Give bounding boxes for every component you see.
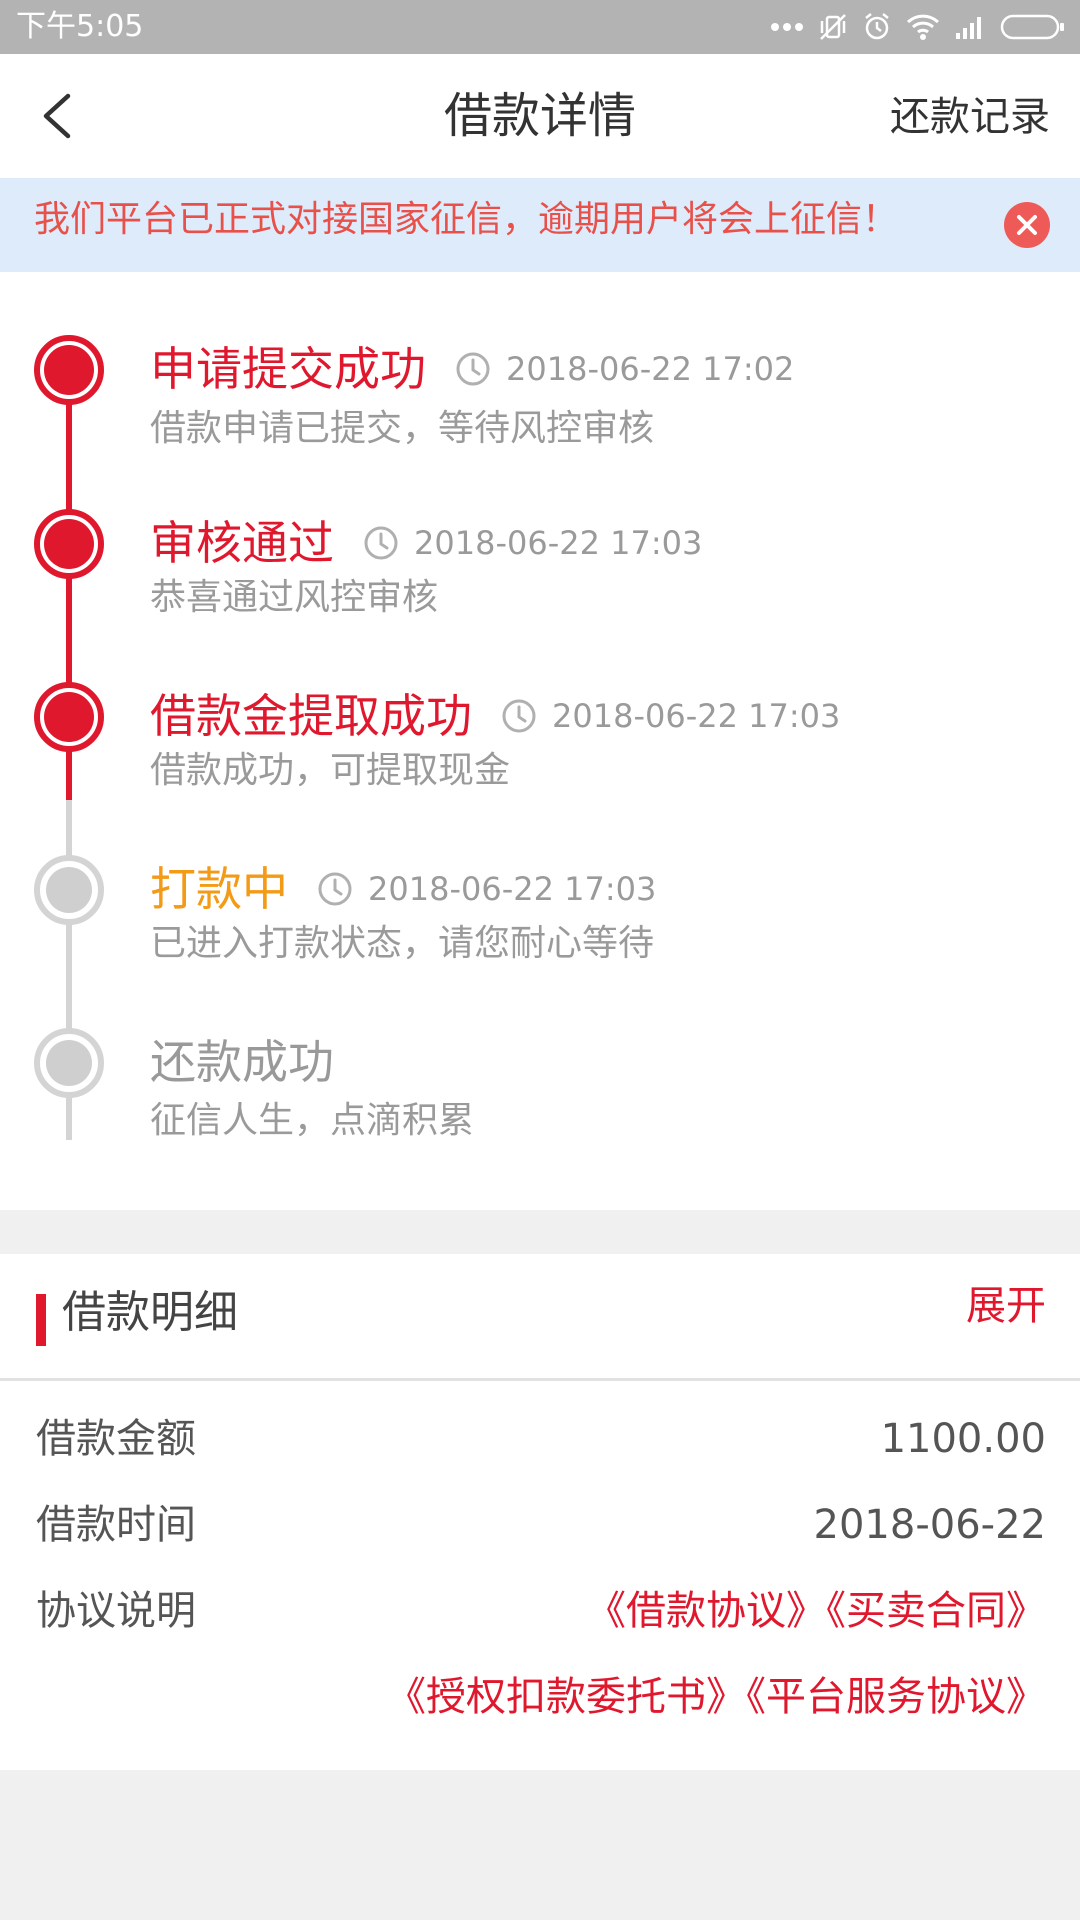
notice-text: 我们平台已正式对接国家征信，逾期用户将会上征信！ <box>34 199 899 240</box>
alarm-icon <box>862 12 892 42</box>
nav-bar: 借款详情 还款记录 <box>0 54 1080 178</box>
step-time: 2018-06-22 17:03 <box>414 524 703 562</box>
agreement-links[interactable]: 《借款协议》《买卖合同》 <box>586 1586 1046 1636</box>
expand-button[interactable]: 展开 <box>966 1282 1046 1330</box>
clock-icon <box>364 526 398 560</box>
notice-banner: 我们平台已正式对接国家征信，逾期用户将会上征信！ <box>0 178 1080 272</box>
vibrate-off-icon <box>818 12 848 42</box>
timeline-step: 审核通过 2018-06-22 17:03 恭喜通过风控审核 <box>0 446 1080 618</box>
step-description: 已进入打款状态，请您耐心等待 <box>150 923 655 964</box>
step-done-dot <box>34 509 104 579</box>
loan-amount-value: 1100.00 <box>880 1416 1046 1462</box>
detail-row-date: 借款时间 2018-06-22 <box>0 1490 1080 1560</box>
step-pending-dot <box>34 1028 104 1098</box>
detail-row-amount: 借款金额 1100.00 <box>0 1404 1080 1474</box>
details-header: 借款明细 展开 <box>0 1254 1080 1381</box>
step-time: 2018-06-22 17:03 <box>552 697 841 735</box>
detail-label: 借款金额 <box>36 1416 196 1462</box>
step-done-dot <box>34 682 104 752</box>
step-description: 征信人生，点滴积累 <box>150 1100 475 1141</box>
step-pending-dot <box>34 855 104 925</box>
loan-date-value: 2018-06-22 <box>813 1502 1046 1548</box>
timeline-step: 还款成功 征信人生，点滴积累 <box>0 965 1080 1141</box>
battery-icon <box>1000 13 1066 41</box>
close-icon <box>1017 215 1037 235</box>
status-icons <box>770 0 1066 54</box>
step-description: 恭喜通过风控审核 <box>150 577 439 618</box>
step-time: 2018-06-22 17:03 <box>368 870 657 908</box>
details-title: 借款明细 <box>62 1287 238 1338</box>
progress-timeline: 申请提交成功 2018-06-22 17:02 借款申请已提交，等待风控审核 审… <box>0 272 1080 1210</box>
clock-icon <box>456 352 490 386</box>
step-description: 借款申请已提交，等待风控审核 <box>150 408 655 449</box>
timeline-step: 打款中 2018-06-22 17:03 已进入打款状态，请您耐心等待 <box>0 792 1080 964</box>
more-dots-icon <box>770 22 804 32</box>
notice-close-button[interactable] <box>1004 202 1050 248</box>
detail-label: 借款时间 <box>36 1502 196 1548</box>
detail-row-agreements-2: 《授权扣款委托书》《平台服务协议》 <box>0 1662 1080 1732</box>
clock-icon <box>502 699 536 733</box>
section-accent-bar <box>36 1294 46 1346</box>
agreement-links[interactable]: 《授权扣款委托书》《平台服务协议》 <box>386 1672 1046 1722</box>
step-time: 2018-06-22 17:02 <box>506 350 795 388</box>
step-title: 申请提交成功 <box>150 342 426 396</box>
status-bar: 下午5:05 <box>0 0 1080 54</box>
step-description: 借款成功，可提取现金 <box>150 750 511 791</box>
clock-icon <box>318 872 352 906</box>
step-done-dot <box>34 335 104 405</box>
step-title: 借款金提取成功 <box>150 689 472 743</box>
step-title: 打款中 <box>150 862 288 916</box>
timeline-step: 申请提交成功 2018-06-22 17:02 借款申请已提交，等待风控审核 <box>0 272 1080 449</box>
timeline-step: 借款金提取成功 2018-06-22 17:03 借款成功，可提取现金 <box>0 619 1080 791</box>
detail-row-agreements: 协议说明 《借款协议》《买卖合同》 <box>0 1576 1080 1646</box>
wifi-icon <box>906 13 940 41</box>
status-time: 下午5:05 <box>16 9 144 44</box>
step-title: 还款成功 <box>150 1035 334 1089</box>
step-title: 审核通过 <box>150 516 334 570</box>
detail-label: 协议说明 <box>36 1588 196 1634</box>
loan-details-section: 借款明细 展开 借款金额 1100.00 借款时间 2018-06-22 协议说… <box>0 1254 1080 1770</box>
signal-icon <box>954 14 986 40</box>
repayment-record-link[interactable]: 还款记录 <box>890 94 1050 140</box>
